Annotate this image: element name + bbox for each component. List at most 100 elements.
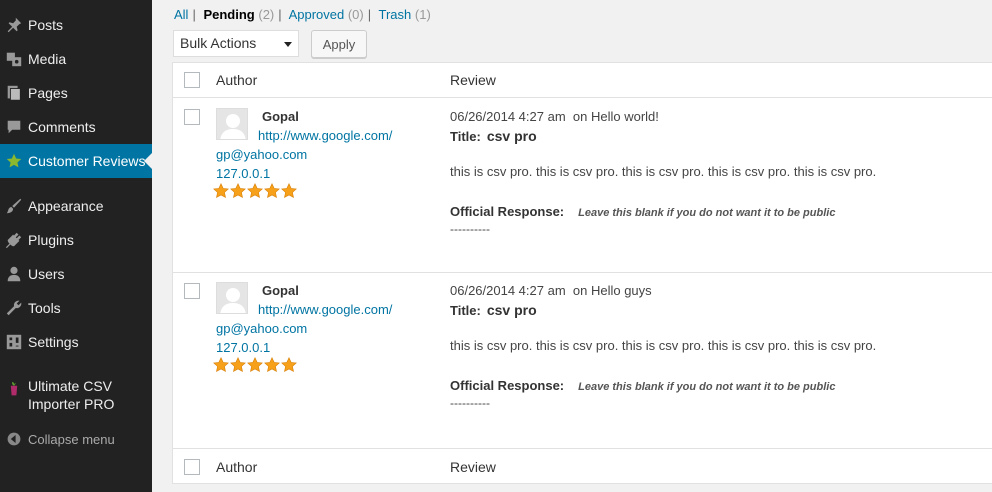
row-checkbox[interactable] xyxy=(184,109,200,125)
author-ip-link[interactable]: 127.0.0.1 xyxy=(216,340,270,355)
author-url-link[interactable]: http://www.google.com/ xyxy=(258,302,392,317)
author-email-link[interactable]: gp@yahoo.com xyxy=(216,147,307,162)
official-response-hint: Leave this blank if you do not want it t… xyxy=(578,207,836,219)
official-response-label: Official Response: xyxy=(450,378,565,393)
official-response-hint: Leave this blank if you do not want it t… xyxy=(578,381,836,393)
review-body: this is csv pro. this is csv pro. this i… xyxy=(450,338,877,353)
sidebar-item-label: Comments xyxy=(28,119,96,135)
paintbrush-icon xyxy=(0,196,28,216)
csv-icon xyxy=(0,379,28,399)
filter-all-link[interactable]: All xyxy=(174,7,188,22)
column-footer-review[interactable]: Review xyxy=(450,459,496,475)
sidebar-item-ultimate-csv[interactable]: Ultimate CSV Importer PRO xyxy=(0,377,152,421)
select-all-checkbox[interactable] xyxy=(184,72,200,88)
star-icon xyxy=(247,357,263,373)
sidebar-item-customer-reviews[interactable]: Customer Reviews xyxy=(0,144,152,178)
official-response: Official Response: Leave this blank if yo… xyxy=(450,204,835,219)
star-icon xyxy=(281,357,297,373)
status-filter-links: All | Pending (2) | Approved (0) | Trash (1… xyxy=(174,7,431,22)
filter-approved-count: (0) xyxy=(347,7,364,22)
author-ip-link[interactable]: 127.0.0.1 xyxy=(216,166,270,181)
sidebar-item-users[interactable]: Users xyxy=(0,257,152,291)
table-footer: Author Review xyxy=(173,448,992,484)
separator: | xyxy=(192,7,196,22)
wrench-icon xyxy=(0,298,28,318)
row-checkbox[interactable] xyxy=(184,283,200,299)
settings-icon xyxy=(0,332,28,352)
sidebar-item-label: Pages xyxy=(28,85,68,101)
review-title-label: Title: xyxy=(450,129,481,144)
rating-stars xyxy=(213,183,297,199)
review-title: Title: csv pro xyxy=(450,302,537,318)
table-row: Gopal http://www.google.com/ gp@yahoo.co… xyxy=(173,99,992,273)
reviews-table: Author Review Gopal http://www.google.co… xyxy=(172,62,992,484)
plugin-icon xyxy=(0,230,28,250)
sidebar-item-media[interactable]: Media xyxy=(0,42,152,76)
pages-icon xyxy=(0,83,28,103)
admin-sidebar: Posts Media Pages Comments Customer Revi… xyxy=(0,0,152,492)
select-all-checkbox-footer[interactable] xyxy=(184,459,200,475)
response-separator: ---------- xyxy=(450,396,490,410)
review-body: this is csv pro. this is csv pro. this i… xyxy=(450,164,877,179)
apply-button[interactable]: Apply xyxy=(311,30,367,58)
official-response-label: Official Response: xyxy=(450,204,565,219)
review-date: 06/26/2014 4:27 am on Hello guys xyxy=(450,283,652,298)
response-separator: ---------- xyxy=(450,222,490,236)
main-content: All | Pending (2) | Approved (0) | Trash (1… xyxy=(152,0,992,492)
review-post-link[interactable]: on Hello world! xyxy=(573,109,659,124)
star-icon xyxy=(230,357,246,373)
column-header-author[interactable]: Author xyxy=(216,72,257,88)
rating-stars xyxy=(213,357,297,373)
column-footer-author[interactable]: Author xyxy=(216,459,257,475)
star-icon xyxy=(247,183,263,199)
collapse-menu-button[interactable]: Collapse menu xyxy=(0,422,152,456)
sidebar-item-appearance[interactable]: Appearance xyxy=(0,189,152,223)
sidebar-item-tools[interactable]: Tools xyxy=(0,291,152,325)
sidebar-item-label: Posts xyxy=(28,17,64,33)
filter-pending-link[interactable]: Pending xyxy=(203,7,254,22)
filter-trash-count: (1) xyxy=(414,7,431,22)
sidebar-item-label: Users xyxy=(28,266,65,282)
author-name: Gopal xyxy=(262,109,299,124)
table-header: Author Review xyxy=(173,63,992,98)
review-post-link[interactable]: on Hello guys xyxy=(573,283,652,298)
author-email-link[interactable]: gp@yahoo.com xyxy=(216,321,307,336)
review-date: 06/26/2014 4:27 am on Hello world! xyxy=(450,109,659,124)
sidebar-item-comments[interactable]: Comments xyxy=(0,110,152,144)
review-date-value: 06/26/2014 4:27 am xyxy=(450,109,566,124)
pushpin-icon xyxy=(0,15,28,35)
star-icon xyxy=(281,183,297,199)
sidebar-item-plugins[interactable]: Plugins xyxy=(0,223,152,257)
collapse-arrow-icon xyxy=(0,429,28,449)
chevron-down-icon xyxy=(284,42,292,47)
filter-approved-link[interactable]: Approved xyxy=(289,7,345,22)
sidebar-item-label: Customer Reviews xyxy=(28,153,146,169)
star-icon xyxy=(264,357,280,373)
bulk-actions-value: Bulk Actions xyxy=(180,35,257,51)
avatar xyxy=(216,282,248,314)
review-date-value: 06/26/2014 4:27 am xyxy=(450,283,566,298)
star-icon xyxy=(213,357,229,373)
author-url-link[interactable]: http://www.google.com/ xyxy=(258,128,392,143)
filter-trash-link[interactable]: Trash xyxy=(379,7,412,22)
star-icon xyxy=(264,183,280,199)
sidebar-item-label: Tools xyxy=(28,300,61,316)
active-indicator-arrow xyxy=(144,153,152,169)
separator: | xyxy=(278,7,282,22)
sidebar-item-label: Settings xyxy=(28,334,79,350)
bulk-actions-select[interactable]: Bulk Actions xyxy=(173,30,299,57)
collapse-menu-label: Collapse menu xyxy=(28,431,115,447)
media-icon xyxy=(0,49,28,69)
review-title: Title: csv pro xyxy=(450,128,537,144)
table-row: Gopal http://www.google.com/ gp@yahoo.co… xyxy=(173,273,992,447)
sidebar-item-label: Appearance xyxy=(28,198,104,214)
sidebar-item-pages[interactable]: Pages xyxy=(0,76,152,110)
sidebar-item-label: Media xyxy=(28,51,67,67)
sidebar-item-label-line2: Importer PRO xyxy=(28,396,115,412)
sidebar-item-label-line1: Ultimate CSV xyxy=(28,378,113,394)
sidebar-item-posts[interactable]: Posts xyxy=(0,8,152,42)
official-response: Official Response: Leave this blank if yo… xyxy=(450,378,835,393)
sidebar-item-settings[interactable]: Settings xyxy=(0,325,152,359)
review-title-value: csv pro xyxy=(486,302,537,318)
column-header-review[interactable]: Review xyxy=(450,72,496,88)
